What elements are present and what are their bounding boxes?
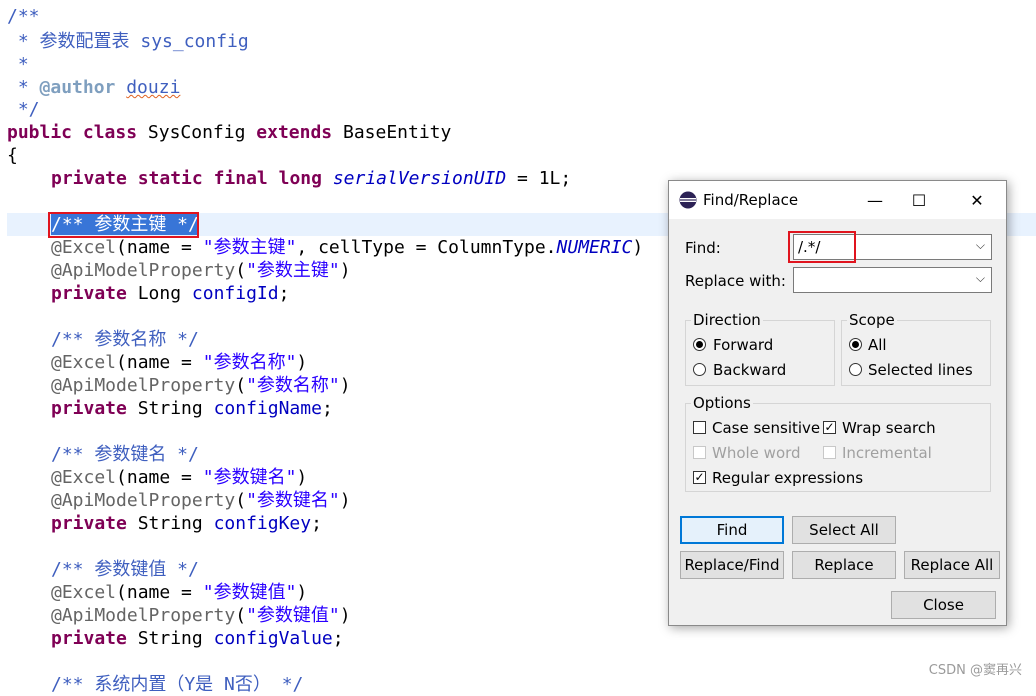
minimize-button[interactable]: — [852,187,898,213]
wrap-search-label[interactable]: Wrap search [842,419,936,437]
forward-label[interactable]: Forward [713,336,773,354]
watermark: CSDN @窦再兴 [928,663,1022,678]
code-line: @ApiModelProperty("参数名称") [51,375,351,396]
regex-checkbox[interactable]: ✓ [693,471,706,484]
maximize-icon: ☐ [911,190,927,210]
code-line: /** 参数名称 */ [51,329,199,350]
code-line: * @author douzi [7,77,181,98]
dialog-titlebar[interactable]: Find/Replace — ☐ ✕ [669,181,1006,219]
check-icon: ✓ [694,470,705,484]
code-line: private String configName; [51,398,333,419]
case-sensitive-checkbox[interactable] [693,421,706,434]
incremental-checkbox[interactable] [823,446,836,459]
replace-find-button[interactable]: Replace/Find [680,551,784,579]
wrap-search-checkbox[interactable]: ✓ [823,421,836,434]
replace-button[interactable]: Replace [792,551,896,579]
close-icon: ✕ [970,190,984,210]
replace-all-button[interactable]: Replace All [904,551,1000,579]
code-line: private static final long serialVersionU… [51,168,572,189]
replace-label: Replace with: [685,272,786,290]
close-button[interactable]: Close [891,591,996,619]
case-sensitive-label[interactable]: Case sensitive [712,419,820,437]
chevron-down-icon[interactable]: ⌵ [976,238,985,253]
regex-label[interactable]: Regular expressions [712,469,863,487]
dialog-title: Find/Replace [703,191,799,209]
selected-lines-radio[interactable] [849,363,862,376]
code-line: @ApiModelProperty("参数键名") [51,490,351,511]
direction-title: Direction [691,311,763,329]
minimize-icon: — [867,190,883,210]
selected-lines-label[interactable]: Selected lines [868,361,973,379]
code-line: @ApiModelProperty("参数键值") [51,605,351,626]
code-line: private Long configId; [51,283,290,304]
select-all-button[interactable]: Select All [792,516,896,544]
code-line: * [7,54,29,75]
close-window-button[interactable]: ✕ [954,187,1000,213]
eclipse-icon [679,191,697,209]
maximize-button[interactable]: ☐ [896,187,942,213]
scope-title: Scope [847,311,897,329]
options-title: Options [691,394,753,412]
code-line: * 参数配置表 sys_config [7,31,249,52]
code-line: */ [7,99,40,120]
code-line: /** 参数键值 */ [51,559,199,580]
code-line: { [7,145,18,166]
code-line: /** 系统内置（Y是 N否） */ [51,674,304,695]
chevron-down-icon[interactable]: ⌵ [976,271,985,286]
backward-label[interactable]: Backward [713,361,786,379]
find-label: Find: [685,239,721,257]
code-line: @Excel(name = "参数主键", cellType = ColumnT… [51,237,644,258]
code-line: private String configValue; [51,628,344,649]
code-line: @ApiModelProperty("参数主键") [51,260,351,281]
code-line: @Excel(name = "参数键名") [51,467,308,488]
whole-word-label[interactable]: Whole word [712,444,801,462]
code-line: /** 参数键名 */ [51,444,199,465]
forward-radio[interactable] [693,338,706,351]
class-declaration: public class SysConfig extends BaseEntit… [7,122,452,143]
find-replace-dialog: Find/Replace — ☐ ✕ Find: /.*/ ⌵ Replace … [668,180,1007,626]
find-highlight-box [788,231,856,263]
code-line: @Excel(name = "参数键值") [51,582,308,603]
code-line: private String configKey; [51,513,322,534]
highlight-box [48,212,199,238]
code-line: /** [7,6,40,27]
backward-radio[interactable] [693,363,706,376]
all-radio[interactable] [849,338,862,351]
check-icon: ✓ [824,420,835,434]
incremental-label[interactable]: Incremental [842,444,932,462]
whole-word-checkbox[interactable] [693,446,706,459]
code-line: @Excel(name = "参数名称") [51,352,308,373]
replace-combo[interactable]: ⌵ [793,267,992,293]
find-button[interactable]: Find [680,516,784,544]
all-label[interactable]: All [868,336,887,354]
